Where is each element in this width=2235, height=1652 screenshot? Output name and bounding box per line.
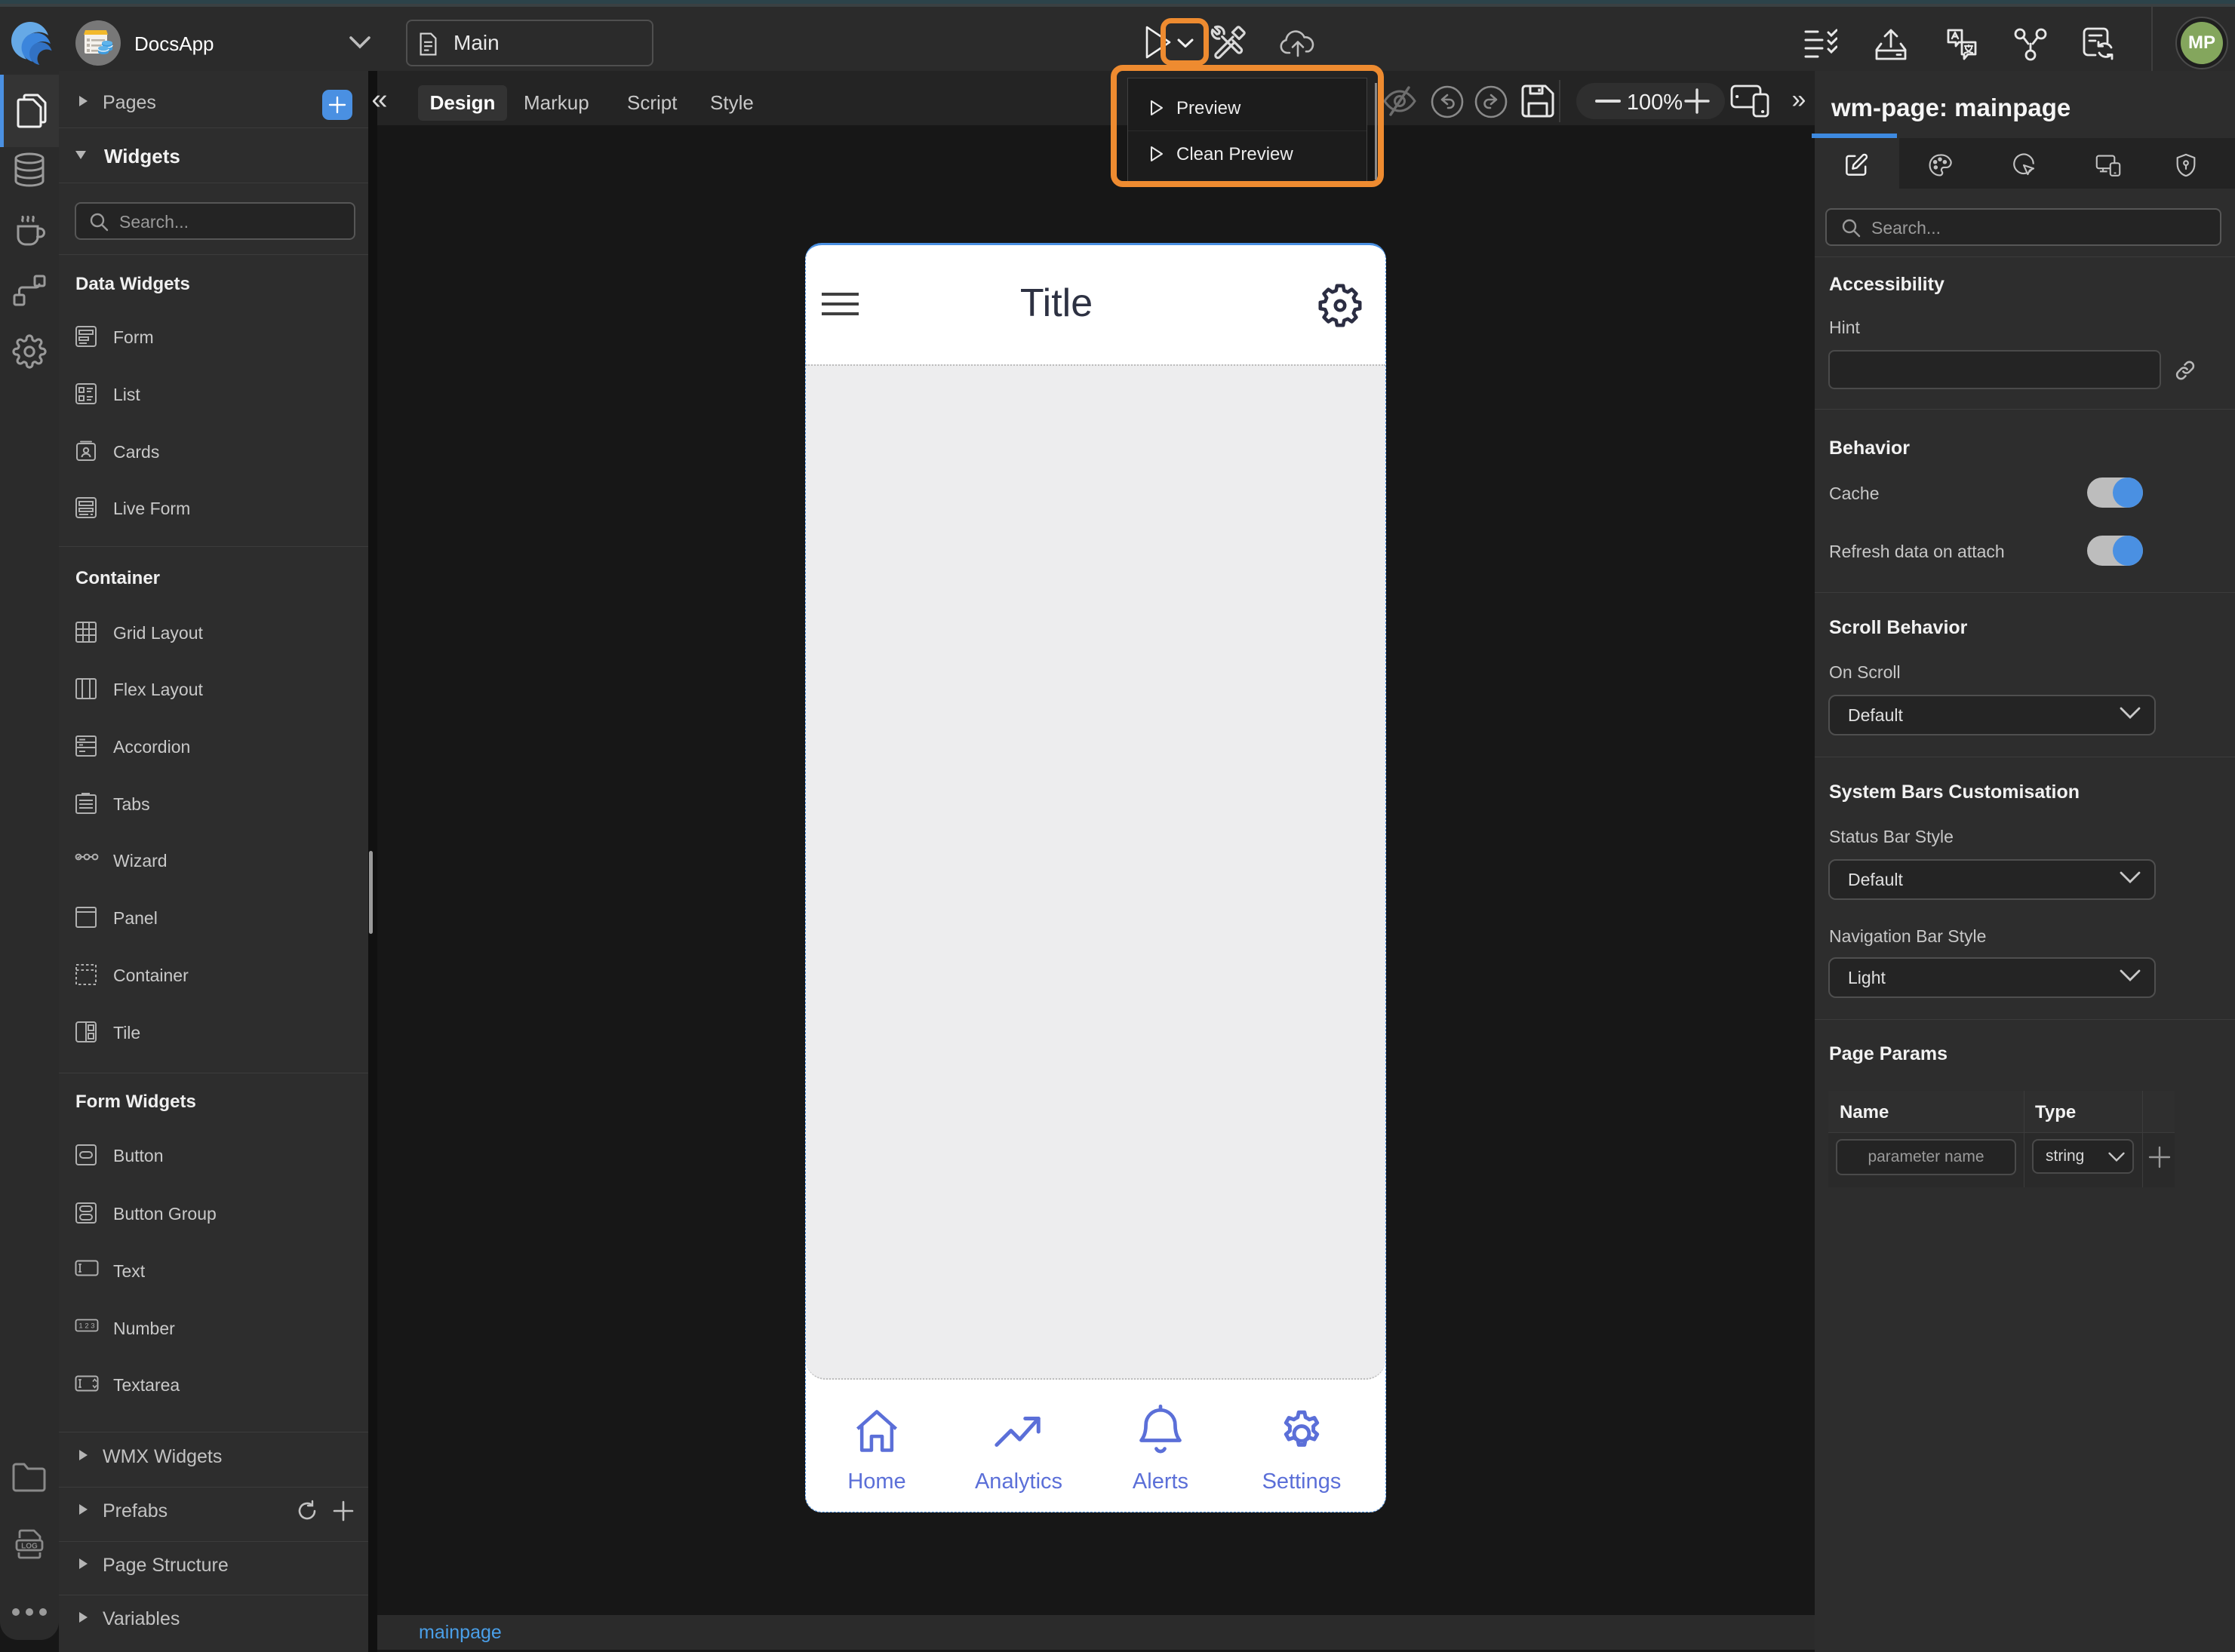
svg-text:LOG: LOG [21, 1543, 38, 1551]
svg-text:1 2 3: 1 2 3 [78, 1322, 94, 1331]
